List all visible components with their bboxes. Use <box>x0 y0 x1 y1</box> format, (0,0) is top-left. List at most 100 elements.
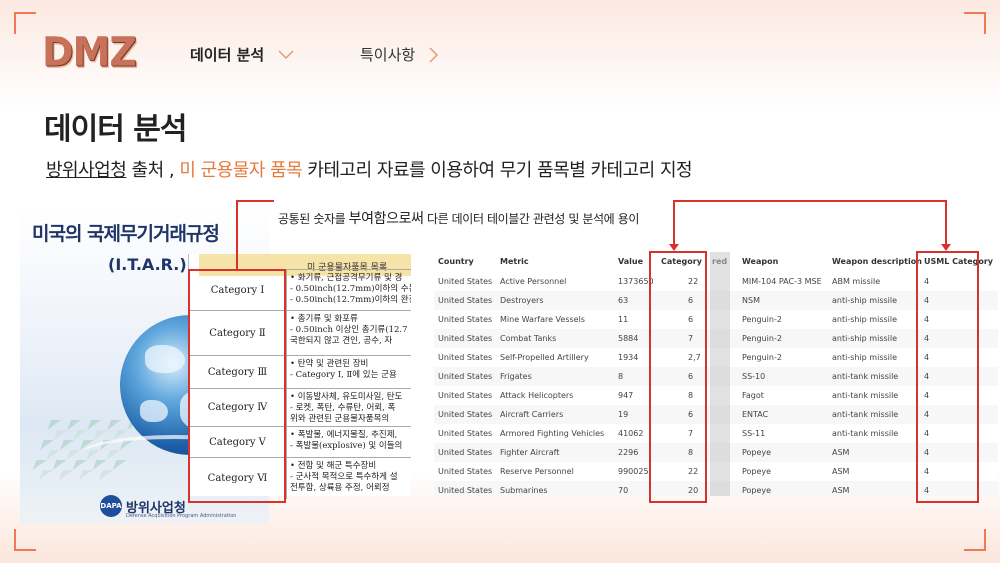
table-cell: SS-11 <box>742 429 766 438</box>
corner-bottom-left <box>14 529 36 551</box>
table-cell: Penguin-2 <box>742 334 782 343</box>
table-cell: Active Personnel <box>500 277 567 286</box>
column-header[interactable]: Country <box>438 252 498 271</box>
description-line: • 폭발물, 에너지물질, 추진제, <box>290 430 398 440</box>
connector-line <box>236 200 274 202</box>
table-cell: anti-ship missile <box>832 296 898 305</box>
globe-land <box>140 400 168 422</box>
highlight-box-document-categories <box>188 269 286 503</box>
table-cell: Combat Tanks <box>500 334 557 343</box>
description-line: 위와 관련된 군용물자품목의 <box>290 414 390 424</box>
column-header[interactable]: Weapon description <box>832 252 922 271</box>
document-category-description: • 화기류, 근접공격무기류 및 경- 0.50inch(12.7mm)이하의 … <box>287 270 411 310</box>
note-pre: 공통된 숫자를 <box>278 212 349 226</box>
table-cell: anti-ship missile <box>832 353 898 362</box>
table-cell: Armored Fighting Vehicles <box>500 429 605 438</box>
subtitle-source: 방위사업청 <box>46 160 127 181</box>
chevron-down-icon <box>278 49 294 59</box>
category-note: 공통된 숫자를 부여함으로써 다른 데이터 테이블간 관련성 및 분석에 용이 <box>278 208 639 228</box>
description-line: 전투함, 상륙용 주정, 어뢰정 <box>290 483 390 493</box>
book-title: 미국의 국제무기거래규정 <box>32 223 220 245</box>
note-emphasis: 부여함으로써 <box>348 211 424 227</box>
table-cell: United States <box>438 277 493 286</box>
subtitle-mid: 출처 , <box>126 160 180 181</box>
description-line: - 군사적 목적으로 특수하게 설 <box>290 472 398 482</box>
table-cell: United States <box>438 410 493 419</box>
subtitle-highlight: 미 군용물자 품목 <box>179 160 303 181</box>
highlight-box-usml-column <box>916 251 979 503</box>
table-cell: Penguin-2 <box>742 315 782 324</box>
table-cell: United States <box>438 429 493 438</box>
table-cell: SS-10 <box>742 372 766 381</box>
description-line: - 로켓, 폭탄, 수류탄, 어뢰, 폭 <box>290 403 396 413</box>
nav-tab-label: 데이터 분석 <box>190 46 265 64</box>
table-cell: Self-Propelled Artillery <box>500 353 589 362</box>
connector-line <box>945 200 947 244</box>
table-cell: United States <box>438 467 493 476</box>
document-category-description: • 폭발물, 에너지물질, 추진제, - 폭발물(explosive) 및 이들의 <box>287 427 411 457</box>
table-cell: MIM-104 PAC-3 MSE <box>742 277 822 286</box>
table-cell: Fighter Aircraft <box>500 448 560 457</box>
nav-tab-notes[interactable]: 특이사항 <box>360 44 439 65</box>
table-cell: ENTAC <box>742 410 769 419</box>
description-line: 국한되지 않고 견인, 공수, 자 <box>290 336 393 346</box>
table-cell: United States <box>438 334 493 343</box>
nav-tab-label: 특이사항 <box>360 46 416 64</box>
weapons-data-table: CountryMetricValueCategoryredWeapon desi… <box>434 252 998 496</box>
table-cell: Destroyers <box>500 296 544 305</box>
table-cell: United States <box>438 315 493 324</box>
table-cell: Submarines <box>500 486 548 495</box>
table-cell: anti-tank missile <box>832 391 899 400</box>
description-line: - 0.50inch 이상인 총기류(12.7 <box>290 325 408 335</box>
nav-tab-data-analysis[interactable]: 데이터 분석 <box>190 44 294 65</box>
table-cell: United States <box>438 391 493 400</box>
description-line: • 탄약 및 관련된 장비 <box>290 359 369 369</box>
table-cell: Popeye <box>742 486 772 495</box>
description-line: • 총기류 및 화포류 <box>290 314 358 324</box>
connector-line <box>673 200 947 202</box>
table-cell: Popeye <box>742 448 772 457</box>
table-cell: ASM <box>832 467 850 476</box>
table-cell: anti-ship missile <box>832 334 898 343</box>
table-cell: ABM missile <box>832 277 881 286</box>
description-line: • 이동발사체, 유도미사일, 탄도 <box>290 392 403 402</box>
connector-line <box>236 200 238 269</box>
arrow-down-icon <box>669 244 679 251</box>
description-line: • 전함 및 해군 특수장비 <box>290 461 377 471</box>
description-line: - 0.50inch(12.7mm)이하의 완전 <box>290 295 411 305</box>
table-cell: ASM <box>832 448 850 457</box>
document-category-description: • 전함 및 해군 특수장비 - 군사적 목적으로 특수하게 설 전투함, 상륙용… <box>287 458 411 499</box>
dapa-badge-icon: DAPA <box>100 495 122 517</box>
table-cell: Reserve Personnel <box>500 467 574 476</box>
table-cell: United States <box>438 448 493 457</box>
document-category-description: • 이동발사체, 유도미사일, 탄도 - 로켓, 폭탄, 수류탄, 어뢰, 폭 위… <box>287 389 411 426</box>
subtitle-rest: 카테고리 자료를 이용하여 무기 품목별 카테고리 지정 <box>302 160 693 181</box>
highlight-box-category-column <box>649 251 707 503</box>
table-cell: United States <box>438 353 493 362</box>
table-cell: Frigates <box>500 372 532 381</box>
corner-bottom-right <box>964 529 986 551</box>
document-category-description: • 탄약 및 관련된 장비 - Category Ⅰ, Ⅱ에 있는 군용 <box>287 356 411 388</box>
description-line: • 화기류, 근접공격무기류 및 경 <box>290 273 403 283</box>
book-subtitle: (I.T.A.R.) <box>108 255 187 274</box>
table-cell: Fagot <box>742 391 764 400</box>
page-subtitle: 방위사업청 출처 , 미 군용물자 품목 카테고리 자료를 이용하여 무기 품목… <box>46 156 693 182</box>
table-cell: Attack Helicopters <box>500 391 574 400</box>
arrow-down-icon <box>941 244 951 251</box>
page-title: 데이터 분석 <box>44 112 187 147</box>
table-cell: anti-tank missile <box>832 410 899 419</box>
dmz-logo: DMZ <box>42 28 137 76</box>
column-header[interactable]: Weapon designation <box>742 252 830 271</box>
table-cell: United States <box>438 486 493 495</box>
table-cell: ASM <box>832 486 850 495</box>
column-header[interactable]: Metric <box>500 252 615 271</box>
note-post: 다른 데이터 테이블간 관련성 및 분석에 용이 <box>423 212 639 226</box>
connector-line <box>673 200 675 244</box>
chevron-right-icon <box>429 46 439 63</box>
description-line: - 0.50inch(12.7mm)이하의 수동 <box>290 284 411 294</box>
document-category-description: • 총기류 및 화포류 - 0.50inch 이상인 총기류(12.7 국한되지 … <box>287 311 411 355</box>
table-cell: United States <box>438 296 493 305</box>
table-cell: United States <box>438 372 493 381</box>
corner-top-left <box>14 12 36 34</box>
description-line: - 폭발물(explosive) 및 이들의 <box>290 441 403 451</box>
